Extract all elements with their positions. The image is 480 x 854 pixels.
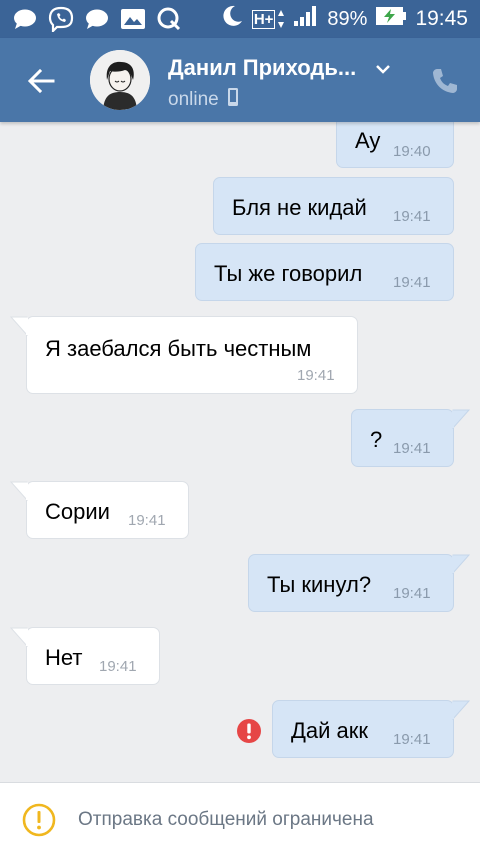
message-time: 19:40 xyxy=(393,143,431,160)
bubble-tail xyxy=(452,554,470,574)
battery-percentage: 89% xyxy=(327,7,368,30)
message-bubble-incoming[interactable]: Нет 19:41 xyxy=(26,627,160,685)
presence-label: online xyxy=(168,89,219,110)
warning-circle-icon xyxy=(22,803,56,837)
message-time: 19:41 xyxy=(128,512,166,529)
bubble-tail xyxy=(452,700,470,720)
messaging-restricted-banner: Отправка сообщений ограничена xyxy=(0,782,480,854)
notification-icons xyxy=(12,6,182,32)
moon-icon xyxy=(220,4,244,34)
message-text: Ау xyxy=(355,128,381,153)
avatar[interactable] xyxy=(90,50,150,110)
message-bubble-outgoing[interactable]: Бля не кидай 19:41 xyxy=(213,177,454,235)
message-bubble-incoming[interactable]: Сории 19:41 xyxy=(26,481,189,539)
bubble-tail xyxy=(10,627,28,647)
message-time: 19:41 xyxy=(99,658,137,675)
message-time: 19:41 xyxy=(393,274,431,291)
message-text: Ты кинул? xyxy=(267,572,372,597)
message-list[interactable]: Ау 19:40 Бля не кидай 19:41 Ты же говори… xyxy=(0,106,480,782)
gallery-icon xyxy=(120,6,146,32)
phone-call-icon[interactable] xyxy=(430,66,460,96)
system-status: H+ 89% 19:45 xyxy=(220,0,468,38)
bubble-tail xyxy=(10,316,28,336)
chevron-down-icon[interactable] xyxy=(374,60,392,78)
message-text: Сории xyxy=(45,499,110,524)
chat-header: Данил Приходь... online xyxy=(0,38,480,122)
message-text: Я заебался быть честным xyxy=(45,336,312,361)
chat-bubble-icon xyxy=(84,6,110,32)
message-bubble-outgoing[interactable]: Ты кинул? 19:41 xyxy=(248,554,454,612)
message-text: Бля не кидай xyxy=(232,195,367,220)
error-icon[interactable] xyxy=(236,718,262,744)
presence-status: online xyxy=(168,87,239,113)
mobile-phone-icon xyxy=(227,87,239,113)
network-h-plus-icon: H+ xyxy=(251,9,286,29)
message-time: 19:41 xyxy=(393,440,431,457)
q-app-icon xyxy=(156,6,182,32)
message-time: 19:41 xyxy=(393,731,431,748)
chat-bubble-icon xyxy=(12,6,38,32)
message-time: 19:41 xyxy=(297,367,335,384)
back-arrow-icon[interactable] xyxy=(24,64,58,98)
message-bubble-outgoing[interactable]: Дай акк 19:41 xyxy=(272,700,454,758)
message-bubble-outgoing[interactable]: ? 19:41 xyxy=(351,409,454,467)
bubble-tail xyxy=(10,481,28,501)
network-type-label: H+ xyxy=(251,9,276,29)
message-text: Ты же говорил xyxy=(214,261,363,286)
viber-icon xyxy=(48,6,74,32)
message-text: Дай акк xyxy=(291,718,369,743)
message-text: ? xyxy=(370,427,383,452)
message-text: Нет xyxy=(45,645,83,670)
bubble-tail xyxy=(452,409,470,429)
signal-icon xyxy=(293,5,319,33)
message-bubble-outgoing[interactable]: Ты же говорил 19:41 xyxy=(195,243,454,301)
battery-charging-icon xyxy=(375,6,407,32)
clock: 19:45 xyxy=(415,7,468,30)
status-bar: H+ 89% 19:45 xyxy=(0,0,480,38)
contact-name[interactable]: Данил Приходь... xyxy=(168,55,356,81)
restriction-notice: Отправка сообщений ограничена xyxy=(78,809,374,830)
message-bubble-incoming[interactable]: Я заебался быть честным 19:41 xyxy=(26,316,358,394)
message-time: 19:41 xyxy=(393,585,431,602)
message-time: 19:41 xyxy=(393,208,431,225)
